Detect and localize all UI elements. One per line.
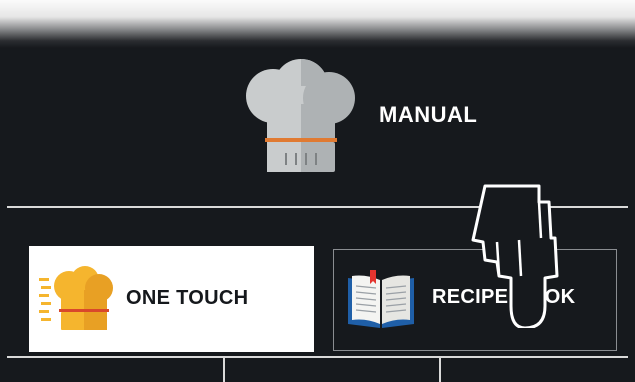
one-touch-tab[interactable]: ONE TOUCH: [29, 246, 314, 352]
recipe-book-label: RECIPE BOOK: [432, 286, 576, 308]
divider: [7, 206, 628, 208]
bottom-button-1[interactable]: [7, 358, 223, 382]
device-bezel: [0, 0, 635, 48]
oven-screen: MANUAL ONE TOUCH RECIPE BOOK: [7, 48, 628, 382]
one-touch-label: ONE TOUCH: [126, 287, 249, 309]
bottom-button-row: [7, 356, 628, 382]
manual-label: MANUAL: [379, 102, 478, 127]
open-book-icon: [348, 270, 414, 328]
bottom-button-2[interactable]: [225, 358, 439, 382]
manual-button[interactable]: MANUAL: [7, 48, 628, 206]
recipe-book-tab[interactable]: RECIPE BOOK: [333, 249, 617, 351]
bottom-button-3[interactable]: [441, 358, 628, 382]
chef-hat-icon: [246, 59, 355, 172]
chef-hat-motion-icon: [39, 266, 113, 330]
